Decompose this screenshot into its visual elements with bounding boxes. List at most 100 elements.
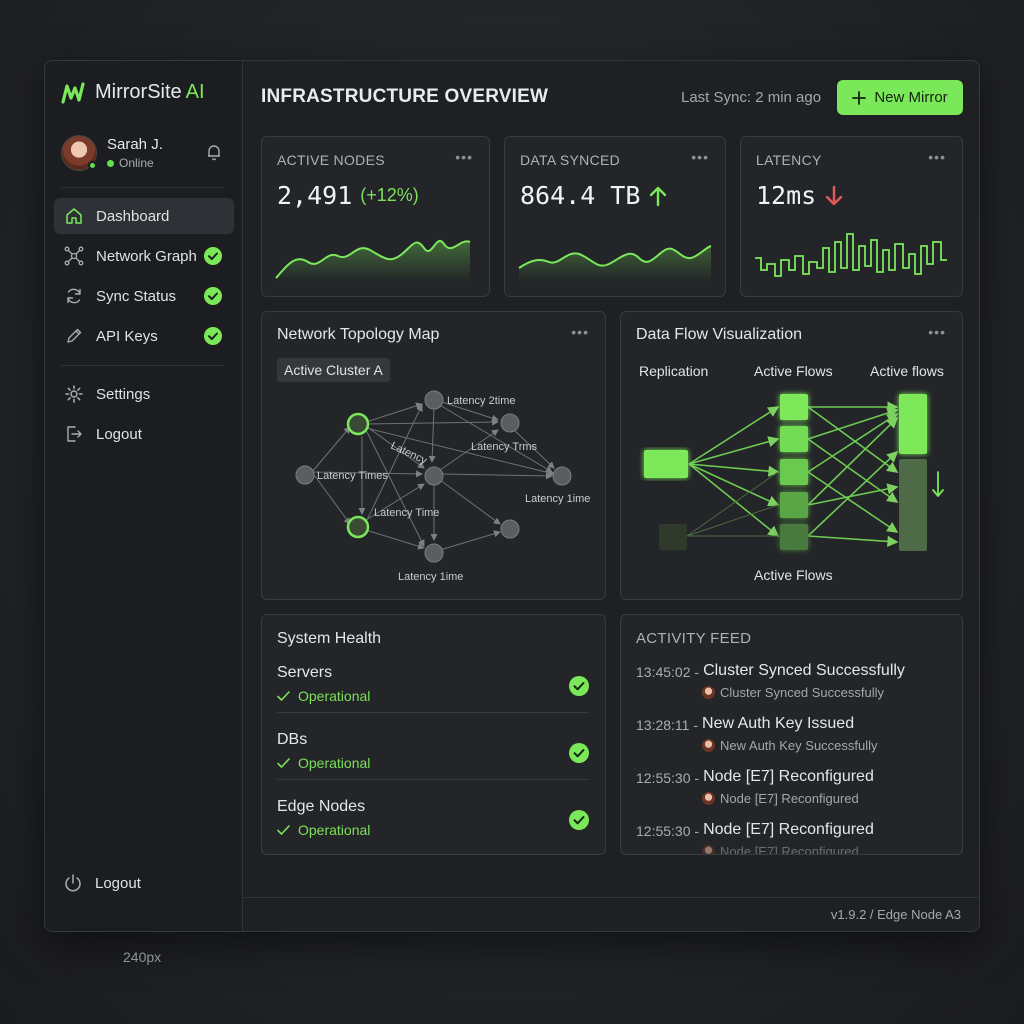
active-nodes-card[interactable]: ACTIVE NODES ••• 2,491 (+12%) — [261, 136, 490, 297]
flow-column-label: Active Flows — [754, 363, 833, 379]
sidebar-item-api-keys[interactable]: API Keys — [54, 318, 234, 354]
health-row-servers[interactable]: Servers Operational — [277, 664, 589, 724]
activity-time: 13:28:11 - — [636, 717, 699, 733]
health-row-name: Edge Nodes — [277, 798, 366, 815]
avatar — [702, 845, 715, 854]
flow-mid-node[interactable] — [780, 492, 808, 518]
avatar — [702, 792, 715, 805]
user-profile[interactable]: Sarah J. Online — [61, 135, 223, 171]
user-status: Online — [107, 156, 163, 170]
activity-event: New Auth Key Issued — [702, 715, 855, 732]
avatar — [702, 739, 715, 752]
avatar[interactable] — [61, 135, 97, 171]
health-status-label: Operational — [298, 822, 371, 838]
activity-time: 12:55:30 - — [636, 823, 700, 839]
flow-source-node[interactable] — [644, 450, 688, 478]
flow-mid-node[interactable] — [780, 394, 808, 420]
more-options-icon[interactable]: ••• — [455, 149, 473, 165]
app-window: MirrorSiteAI Sarah J. Online Dashboard — [44, 60, 980, 932]
card-label: DATA SYNCED — [520, 152, 621, 168]
data-flow-diagram[interactable]: Replication Active Flows Active flows Ac… — [621, 312, 964, 601]
network-icon — [64, 246, 84, 266]
flow-mid-node[interactable] — [780, 524, 808, 550]
health-row-status: Operational — [277, 688, 589, 704]
flow-column-label: Active flows — [870, 363, 944, 379]
sidebar-item-settings[interactable]: Settings — [54, 376, 234, 412]
home-icon — [66, 208, 82, 224]
flow-target-node[interactable] — [899, 394, 927, 454]
plus-icon — [852, 90, 867, 105]
health-divider — [277, 712, 589, 713]
bottom-logout-button[interactable]: Logout — [63, 873, 141, 893]
brand-accent: AI — [185, 81, 205, 103]
latency-card[interactable]: LATENCY ••• 12ms — [740, 136, 963, 297]
brand-logo[interactable]: MirrorSite AI — [61, 81, 205, 104]
logo-icon — [61, 81, 85, 104]
check-circle-icon — [204, 247, 222, 265]
sync-icon — [67, 288, 81, 304]
activity-detail: Node [E7] Reconfigured — [720, 844, 859, 855]
flow-target-node[interactable] — [899, 459, 927, 551]
logout-icon — [67, 426, 82, 442]
last-sync-text: Last Sync: 2 min ago — [681, 89, 822, 106]
card-title: System Health — [277, 630, 382, 647]
health-row-edge-nodes[interactable]: Edge Nodes Operational — [277, 798, 589, 858]
sidebar-item-label: Sync Status — [96, 287, 177, 305]
check-icon — [277, 758, 290, 768]
health-row-status: Operational — [277, 822, 589, 838]
avatar — [702, 686, 715, 699]
gear-icon — [65, 385, 83, 403]
sidebar-item-network-graph[interactable]: Network Graph — [54, 238, 234, 274]
stat-number: 864.4 TB — [520, 181, 641, 210]
bottom-logout-label: Logout — [95, 874, 141, 892]
health-row-dbs[interactable]: DBs Operational — [277, 731, 589, 791]
user-info: Sarah J. Online — [107, 136, 163, 170]
check-icon — [277, 825, 290, 835]
activity-item[interactable]: 12:55:30 - Node [E7] Reconfigured Node [E… — [636, 768, 948, 806]
edge-label: Latency 1ime — [525, 493, 590, 505]
card-label: ACTIVE NODES — [277, 152, 385, 168]
width-annotation: 240px — [123, 949, 162, 965]
card-label: ACTIVITY FEED — [636, 630, 752, 647]
user-status-label: Online — [119, 156, 154, 170]
sidebar-item-dashboard[interactable]: Dashboard — [54, 198, 234, 234]
more-options-icon[interactable]: ••• — [691, 149, 709, 165]
edge-label: Latency 1ime — [398, 571, 463, 583]
system-health-card[interactable]: System Health Servers Operational DBs Op… — [261, 614, 606, 855]
sidebar-divider — [61, 365, 225, 366]
new-mirror-label: New Mirror — [874, 89, 948, 106]
activity-item[interactable]: 13:28:11 - New Auth Key Issued New Auth K… — [636, 715, 948, 753]
activity-item[interactable]: 12:55:30 - Node [E7] Reconfigured Node [E… — [636, 821, 948, 855]
edge-label: Latency Trms — [471, 441, 538, 453]
flow-mid-node[interactable] — [780, 459, 808, 485]
check-icon — [277, 691, 290, 701]
topology-graph[interactable]: Latency 2time Latency Trms Latency Times… — [262, 312, 607, 601]
check-circle-icon — [569, 743, 589, 763]
data-synced-card[interactable]: DATA SYNCED ••• 864.4 TB — [504, 136, 726, 297]
sidebar-item-logout[interactable]: Logout — [54, 416, 234, 452]
edge-label: Latency 2time — [447, 395, 515, 407]
sidebar-item-label: Network Graph — [96, 247, 197, 265]
activity-event: Node [E7] Reconfigured — [703, 768, 874, 785]
check-circle-icon — [569, 676, 589, 696]
flow-mid-node[interactable] — [780, 426, 808, 452]
sidebar-divider — [61, 187, 225, 188]
network-topology-card[interactable]: Network Topology Map ••• Active Cluster … — [261, 311, 606, 600]
flow-bottom-label: Active Flows — [754, 567, 833, 583]
activity-item[interactable]: 13:45:02 - Cluster Synced Successfully Cl… — [636, 662, 948, 700]
health-status-label: Operational — [298, 688, 371, 704]
more-options-icon[interactable]: ••• — [928, 149, 946, 165]
user-name: Sarah J. — [107, 136, 163, 153]
check-circle-icon — [204, 287, 222, 305]
activity-event: Node [E7] Reconfigured — [703, 821, 874, 838]
activity-feed-card[interactable]: ACTIVITY FEED 13:45:02 - Cluster Synced S… — [620, 614, 963, 855]
sidebar-item-sync-status[interactable]: Sync Status — [54, 278, 234, 314]
active-nodes-value: 2,491 (+12%) — [277, 181, 419, 210]
activity-time: 12:55:30 - — [636, 770, 700, 786]
data-flow-card[interactable]: Data Flow Visualization ••• Replication … — [620, 311, 963, 600]
new-mirror-button[interactable]: New Mirror — [837, 80, 963, 115]
flow-source-node[interactable] — [659, 524, 687, 550]
bell-icon[interactable] — [205, 143, 223, 161]
health-divider — [277, 779, 589, 780]
edge-label: Latency — [389, 440, 429, 467]
